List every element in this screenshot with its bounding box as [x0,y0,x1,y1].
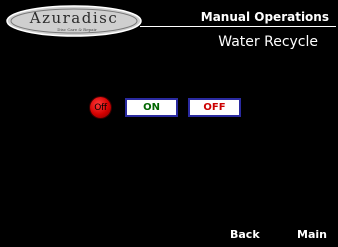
on-button[interactable]: ON [125,98,178,117]
azuradisc-logo: Azuradisc Disc Care & Repair [5,4,143,38]
off-button-label: OFF [203,102,226,113]
on-button-label: ON [143,102,160,113]
page-subtitle: Water Recycle [218,34,318,50]
back-button[interactable]: Back [230,228,260,241]
main-button[interactable]: Main [297,228,327,241]
status-indicator-off: Off [90,97,111,118]
logo-tagline: Disc Care & Repair [57,27,96,32]
status-indicator-label: Off [94,102,107,113]
off-button[interactable]: OFF [188,98,241,117]
page-title: Manual Operations [200,10,329,24]
header-divider [140,26,336,27]
screen: Azuradisc Disc Care & Repair Manual Oper… [0,0,338,247]
logo-text: Azuradisc [29,9,119,27]
